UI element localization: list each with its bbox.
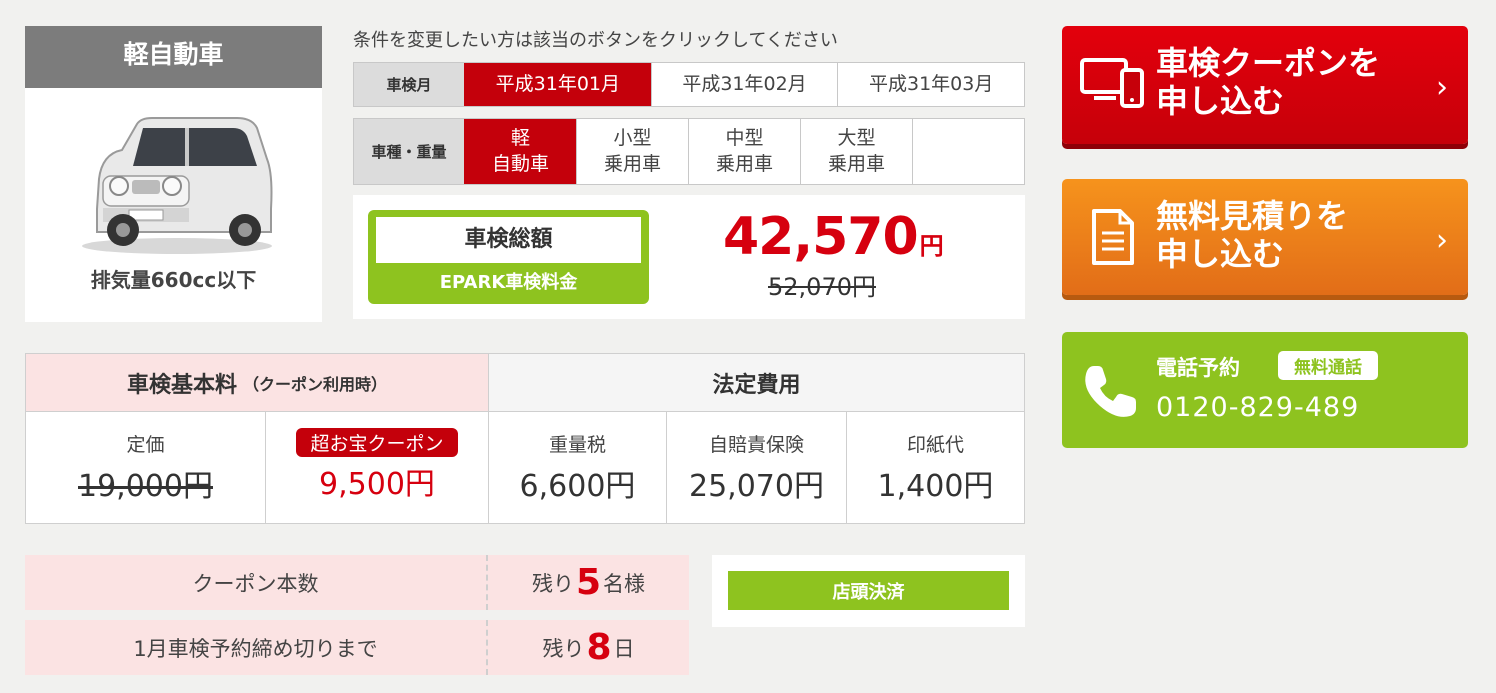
basic-fee-note: （クーポン利用時） bbox=[243, 374, 388, 394]
coupon-price-value: 9,500円 bbox=[319, 467, 435, 502]
vehicle-type-selector: 車種・重量 軽自動車 小型乗用車 中型乗用車 大型乗用車 bbox=[353, 118, 1025, 185]
type-row-spacer bbox=[912, 119, 1024, 184]
devices-icon bbox=[1080, 58, 1144, 108]
price-unit: 円 bbox=[919, 232, 944, 260]
free-estimate-line2: 申し込む bbox=[1156, 235, 1285, 274]
car-illustration bbox=[82, 117, 273, 254]
insurance-cell: 自賠責保険 25,070円 bbox=[666, 412, 846, 523]
coupon-count-label: クーポン本数 bbox=[25, 555, 488, 610]
free-estimate-button[interactable]: 無料見積りを 申し込む › bbox=[1062, 179, 1468, 295]
list-price-value: 19,000円 bbox=[78, 469, 213, 504]
payment-box: 店頭決済 bbox=[712, 555, 1025, 627]
chevron-right-icon: › bbox=[1436, 223, 1448, 258]
basic-fee-header: 車検基本料 （クーポン利用時） bbox=[26, 354, 488, 412]
apply-coupon-line2: 申し込む bbox=[1156, 82, 1285, 121]
stamp-fee-cell: 印紙代 1,400円 bbox=[846, 412, 1024, 523]
change-condition-hint: 条件を変更したい方は該当のボタンをクリックしてください bbox=[353, 30, 838, 51]
document-icon bbox=[1092, 209, 1134, 265]
deadline-label: 1月車検予約締め切りまで bbox=[25, 620, 488, 675]
displacement-caption: 排気量660cc以下 bbox=[90, 268, 257, 292]
phone-reservation-title: 電話予約 bbox=[1156, 356, 1240, 380]
weight-tax-label: 重量税 bbox=[548, 434, 606, 456]
type-option-medium[interactable]: 中型 乗用車 bbox=[688, 119, 800, 184]
phone-number: 0120-829-489 bbox=[1156, 392, 1360, 423]
total-price-panel: 車検総額 EPARK車検料金 42,570円 52,070円 bbox=[353, 195, 1025, 319]
type-option-line1: 小型 bbox=[613, 126, 652, 149]
store-payment-badge: 店頭決済 bbox=[728, 571, 1009, 610]
total-price: 42,570円 bbox=[723, 207, 944, 267]
original-total-price: 52,070円 bbox=[768, 273, 876, 301]
type-option-kei[interactable]: 軽自動車 bbox=[464, 119, 576, 184]
basic-fee-title: 車検基本料 bbox=[126, 372, 237, 398]
phone-icon bbox=[1085, 366, 1136, 417]
coupon-count-row: クーポン本数 残り 5 名様 bbox=[25, 555, 689, 610]
month-option-jan[interactable]: 平成31年01月 bbox=[464, 63, 651, 106]
stamp-fee-value: 1,400円 bbox=[877, 469, 994, 504]
free-estimate-line1: 無料見積りを bbox=[1156, 197, 1349, 235]
type-option-line1: 軽 bbox=[510, 126, 530, 149]
remain-prefix: 残り bbox=[531, 571, 574, 596]
type-option-line2: 乗用車 bbox=[827, 152, 885, 175]
coupon-count-number: 5 bbox=[575, 562, 602, 603]
weight-tax-value: 6,600円 bbox=[519, 469, 636, 504]
car-card: 軽自動車 排気量660cc以下 bbox=[25, 26, 322, 322]
epark-fee-label: EPARK車検料金 bbox=[439, 272, 578, 293]
type-option-line2: 乗用車 bbox=[603, 152, 661, 175]
apply-coupon-text: 車検クーポンを 申し込む bbox=[1156, 44, 1380, 121]
free-estimate-text: 無料見積りを 申し込む bbox=[1156, 197, 1348, 274]
stamp-fee-label: 印紙代 bbox=[906, 434, 964, 456]
fee-breakdown-table: 車検基本料 （クーポン利用時） 法定費用 定価 19,000円 超お宝クーポン … bbox=[25, 353, 1025, 524]
type-option-large[interactable]: 大型 乗用車 bbox=[800, 119, 912, 184]
list-price-cell: 定価 19,000円 bbox=[26, 412, 265, 523]
phone-reservation-button[interactable]: 電話予約 無料通話 0120-829-489 bbox=[1062, 332, 1468, 448]
free-call-badge: 無料通話 bbox=[1278, 351, 1378, 380]
insurance-label: 自賠責保険 bbox=[708, 434, 804, 456]
total-badge: 車検総額 EPARK車検料金 bbox=[368, 210, 649, 304]
month-option-feb[interactable]: 平成31年02月 bbox=[650, 63, 838, 106]
weight-tax-cell: 重量税 6,600円 bbox=[488, 412, 666, 523]
month-option-mar[interactable]: 平成31年03月 bbox=[837, 63, 1025, 106]
chevron-right-icon: › bbox=[1436, 70, 1448, 105]
type-option-small[interactable]: 小型 乗用車 bbox=[576, 119, 688, 184]
apply-coupon-button[interactable]: 車検クーポンを 申し込む › bbox=[1062, 26, 1468, 144]
type-option-line1: 中型 bbox=[725, 126, 764, 149]
type-option-line2: 乗用車 bbox=[715, 152, 773, 175]
coupon-tag: 超お宝クーポン bbox=[296, 428, 458, 457]
month-selector: 車検月 平成31年01月 平成31年02月 平成31年03月 bbox=[353, 62, 1025, 107]
insurance-value: 25,070円 bbox=[689, 469, 824, 504]
coupon-count-unit: 名様 bbox=[603, 571, 646, 596]
coupon-count-value: 残り 5 名様 bbox=[488, 555, 689, 610]
car-class-title: 軽自動車 bbox=[25, 26, 322, 88]
deadline-value: 残り 8 日 bbox=[488, 620, 689, 675]
deadline-days-unit: 日 bbox=[613, 636, 635, 661]
deadline-days-number: 8 bbox=[586, 627, 612, 668]
total-title: 車検総額 bbox=[376, 217, 641, 263]
type-option-line1: 大型 bbox=[837, 126, 876, 149]
month-label: 車検月 bbox=[354, 63, 464, 106]
legal-fee-header: 法定費用 bbox=[488, 354, 1024, 412]
list-price-label: 定価 bbox=[126, 434, 165, 456]
vehicle-type-label: 車種・重量 bbox=[354, 119, 464, 184]
total-price-value: 42,570 bbox=[723, 207, 919, 267]
apply-coupon-line1: 車検クーポンを bbox=[1156, 44, 1381, 82]
deadline-row: 1月車検予約締め切りまで 残り 8 日 bbox=[25, 620, 689, 675]
remain-prefix: 残り bbox=[542, 636, 585, 661]
type-option-line2: 自動車 bbox=[491, 152, 549, 175]
coupon-price-cell: 超お宝クーポン 9,500円 bbox=[265, 412, 488, 523]
